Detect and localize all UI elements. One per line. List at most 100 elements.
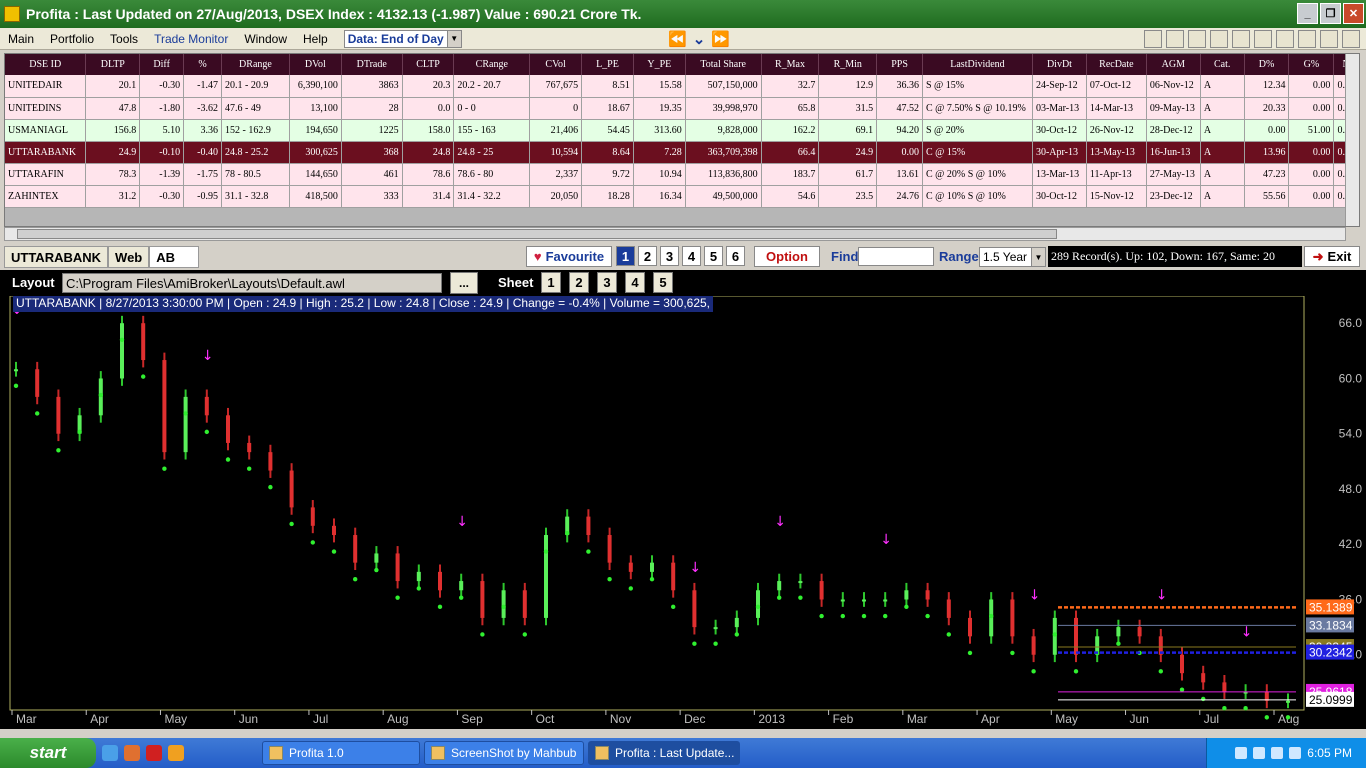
start-button[interactable]: start — [0, 738, 96, 768]
table-row[interactable]: UNITEDAIR 20.1 -0.30 -1.47 20.1 - 20.9 6,390,… — [5, 75, 1359, 98]
task-profita[interactable]: Profita 1.0 — [262, 741, 420, 765]
column-header[interactable]: G% — [1288, 54, 1335, 75]
table-row[interactable]: UTTARAFIN 78.3 -1.39 -1.75 78 - 80.5 144,650 4… — [5, 163, 1359, 186]
column-header[interactable]: % — [183, 54, 222, 75]
fast-forward-icon[interactable]: ⏩ — [711, 30, 730, 48]
column-header[interactable]: L_PE — [581, 54, 634, 75]
page-button-6[interactable]: 6 — [726, 246, 745, 266]
refresh-icon[interactable] — [1210, 30, 1228, 48]
column-header[interactable]: DivDt — [1032, 54, 1087, 75]
column-header[interactable]: AGM — [1146, 54, 1201, 75]
column-header[interactable]: RecDate — [1086, 54, 1147, 75]
column-header[interactable]: Diff — [139, 54, 185, 75]
calculator-icon[interactable] — [1298, 30, 1316, 48]
price-chart[interactable]: 66.060.054.048.042.036.030.0MarAprMayJun… — [0, 295, 1366, 729]
table-row[interactable]: UNITEDINS 47.8 -1.80 -3.62 47.6 - 49 13,100 28… — [5, 97, 1359, 120]
sheet-button-1[interactable]: 1 — [541, 272, 561, 293]
column-header[interactable]: CLTP — [402, 54, 455, 75]
favourite-button[interactable]: ♥ Favourite — [526, 246, 612, 267]
column-header[interactable]: D% — [1244, 54, 1290, 75]
data-mode-dropdown[interactable]: Data: End of Day ▼ — [343, 29, 462, 48]
column-header[interactable]: DSE ID — [5, 54, 87, 75]
tab-ab[interactable]: AB — [149, 246, 200, 268]
table-cell: 183.7 — [761, 163, 820, 186]
task-profita-updated[interactable]: Profita : Last Update... — [588, 741, 740, 765]
battery-icon[interactable] — [1289, 747, 1302, 759]
column-header[interactable]: DRange — [221, 54, 290, 75]
column-header[interactable]: R_Min — [818, 54, 878, 75]
scroll-thumb[interactable] — [17, 229, 1057, 239]
download-icon[interactable] — [1144, 30, 1162, 48]
rewind-icon[interactable]: ⏪ — [668, 30, 687, 48]
range-select[interactable]: 1.5 Year ▼ — [979, 247, 1046, 267]
column-header[interactable]: Total Share — [685, 54, 762, 75]
find-input[interactable] — [858, 247, 934, 266]
sheet-button-5[interactable]: 5 — [653, 272, 673, 293]
table-row[interactable]: ZAHINTEX 31.2 -0.30 -0.95 31.1 - 32.8 418,500… — [5, 185, 1359, 208]
ie-icon[interactable] — [102, 745, 118, 761]
settings-icon[interactable] — [1342, 30, 1360, 48]
volume-icon[interactable] — [1253, 747, 1266, 759]
list-icon[interactable] — [1188, 30, 1206, 48]
page-button-5[interactable]: 5 — [704, 246, 723, 266]
chevron-down-icon[interactable]: ⌄ — [693, 30, 706, 48]
column-header[interactable]: DVol — [289, 54, 342, 75]
bluetooth-icon[interactable] — [1271, 747, 1284, 759]
column-header[interactable]: R_Max — [761, 54, 820, 75]
column-header[interactable]: PPS — [876, 54, 923, 75]
table-cell: 0.0 — [402, 97, 455, 120]
print-icon[interactable] — [1276, 30, 1294, 48]
sheet-button-4[interactable]: 4 — [625, 272, 645, 293]
browse-button[interactable]: ... — [450, 272, 478, 294]
menu-main[interactable]: Main — [0, 32, 42, 46]
sheet-button-3[interactable]: 3 — [597, 272, 617, 293]
grid-vertical-scrollbar[interactable] — [1345, 54, 1359, 226]
tab-uttarabank[interactable]: UTTARABANK — [4, 246, 109, 268]
opera-icon[interactable] — [146, 745, 162, 761]
media-icon[interactable] — [124, 745, 140, 761]
candle-body — [1201, 673, 1206, 683]
minimize-button[interactable]: _ — [1297, 3, 1318, 24]
candle-body — [946, 599, 951, 618]
y-tick-label: 48.0 — [1339, 482, 1363, 496]
close-button[interactable]: ✕ — [1343, 3, 1364, 24]
stop-dot — [501, 604, 506, 610]
chart-icon[interactable] — [1166, 30, 1184, 48]
page-button-2[interactable]: 2 — [638, 246, 657, 266]
maximize-button[interactable]: ❐ — [1320, 3, 1341, 24]
grid-horizontal-scrollbar[interactable] — [4, 227, 1346, 241]
column-header[interactable]: LastDividend — [922, 54, 1033, 75]
layout-path-field[interactable]: C:\Program Files\AmiBroker\Layouts\Defau… — [62, 273, 442, 293]
table-cell: -1.80 — [139, 97, 185, 120]
exit-button[interactable]: ➜ Exit — [1304, 246, 1360, 267]
option-button[interactable]: Option — [754, 246, 820, 267]
menu-tools[interactable]: Tools — [102, 32, 146, 46]
stop-dot — [395, 595, 400, 600]
column-header[interactable]: Cat. — [1200, 54, 1245, 75]
column-header[interactable]: DLTP — [85, 54, 141, 75]
column-header[interactable]: CRange — [453, 54, 531, 75]
folder-icon[interactable] — [1254, 30, 1272, 48]
tab-web[interactable]: Web — [108, 246, 150, 268]
task-screenshot[interactable]: ScreenShot by Mahbub — [424, 741, 584, 765]
vlc-icon[interactable] — [168, 745, 184, 761]
table-row[interactable]: USMANIAGL 156.8 5.10 3.36 152 - 162.9 194,650… — [5, 119, 1359, 142]
column-header[interactable]: CVol — [529, 54, 583, 75]
edit-icon[interactable] — [1232, 30, 1250, 48]
menu-trade-monitor[interactable]: Trade Monitor — [146, 32, 236, 46]
menu-portfolio[interactable]: Portfolio — [42, 32, 102, 46]
column-header[interactable]: DTrade — [341, 54, 403, 75]
grid-icon[interactable] — [1320, 30, 1338, 48]
candle-body — [247, 442, 252, 453]
menu-window[interactable]: Window — [236, 32, 295, 46]
page-button-1[interactable]: 1 — [616, 246, 635, 266]
sheet-button-2[interactable]: 2 — [569, 272, 589, 293]
table-cell: 31.4 - 32.2 — [453, 185, 531, 208]
page-button-3[interactable]: 3 — [660, 246, 679, 266]
table-row[interactable]: UTTARABANK 24.9 -0.10 -0.40 24.8 - 25.2 300,6… — [5, 141, 1359, 164]
network-icon[interactable] — [1235, 747, 1248, 759]
menu-help[interactable]: Help — [295, 32, 336, 46]
page-button-4[interactable]: 4 — [682, 246, 701, 266]
stop-dot — [883, 613, 888, 619]
column-header[interactable]: Y_PE — [633, 54, 686, 75]
